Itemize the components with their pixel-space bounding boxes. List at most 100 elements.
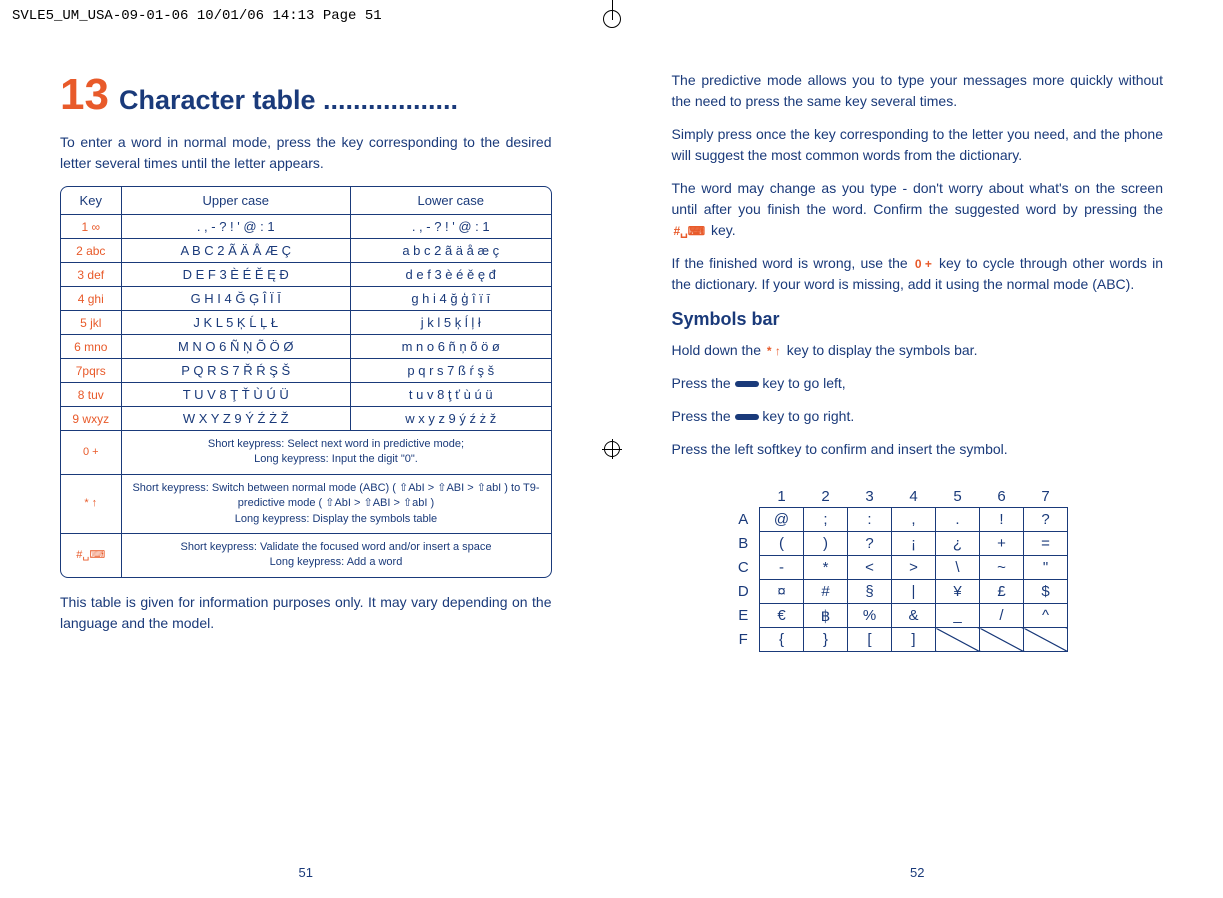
- upper-cell: D E F 3 È É Ě Ę Đ: [121, 263, 350, 287]
- table-footer-text: This table is given for information purp…: [60, 592, 552, 634]
- grid-cell: (: [760, 532, 804, 556]
- page-right: The predictive mode allows you to type y…: [612, 70, 1223, 850]
- grid-cell: #: [804, 580, 848, 604]
- table-note-row: #␣⌨ Short keypress: Validate the focused…: [61, 533, 551, 576]
- page-number-left: 51: [299, 865, 313, 880]
- grid-row-header: E: [732, 604, 760, 628]
- grid-row: E€฿%&_/^: [732, 604, 1068, 628]
- key-cell: 2 abc: [61, 239, 121, 263]
- lower-cell: m n o 6 ñ ņ õ ö ø: [350, 335, 550, 359]
- grid-col-header: 5: [936, 486, 980, 508]
- table-header-row: Key Upper case Lower case: [61, 187, 551, 215]
- grid-cell: ¤: [760, 580, 804, 604]
- sp3b: key to go right.: [759, 408, 855, 424]
- table-note-row: * ↑ Short keypress: Switch between norma…: [61, 474, 551, 533]
- table-row: 7pqrs P Q R S 7 Ř Ŕ Ş Š p q r s 7 ß ŕ ş …: [61, 359, 551, 383]
- key-cell: 3 def: [61, 263, 121, 287]
- grid-cell: ,: [892, 508, 936, 532]
- note-cell: Short keypress: Switch between normal mo…: [121, 474, 551, 533]
- grid-cell: .: [936, 508, 980, 532]
- table-row: 3 def D E F 3 È É Ě Ę Đ d e f 3 è é ě ę …: [61, 263, 551, 287]
- lower-cell: j k l 5 ķ ĺ ļ ł: [350, 311, 550, 335]
- key-cell: 1 ∞: [61, 215, 121, 239]
- intro-text: To enter a word in normal mode, press th…: [60, 132, 552, 174]
- chapter-title: Character table ..................: [119, 85, 458, 116]
- grid-col-header: 1: [760, 486, 804, 508]
- note-cell: Short keypress: Select next word in pred…: [121, 431, 551, 475]
- para-press-once: Simply press once the key corresponding …: [672, 124, 1164, 166]
- table-row: 9 wxyz W X Y Z 9 Ý Ź Ż Ž w x y z 9 ý ź ż…: [61, 407, 551, 431]
- grid-cell: ฿: [804, 604, 848, 628]
- upper-cell: J K L 5 Ķ Ĺ Ļ Ł: [121, 311, 350, 335]
- grid-row-header: D: [732, 580, 760, 604]
- upper-cell: W X Y Z 9 Ý Ź Ż Ž: [121, 407, 350, 431]
- para-word-change: The word may change as you type - don't …: [672, 178, 1164, 241]
- lower-cell: w x y z 9 ý ź ż ž: [350, 407, 550, 431]
- upper-cell: P Q R S 7 Ř Ŕ Ş Š: [121, 359, 350, 383]
- grid-cell: }: [804, 628, 848, 652]
- hash-key-icon: #␣⌨: [672, 222, 708, 240]
- sp3a: Press the: [672, 408, 735, 424]
- grid-row-header: B: [732, 532, 760, 556]
- nav-left-icon: [735, 381, 759, 387]
- lower-cell: p q r s 7 ß ŕ ş š: [350, 359, 550, 383]
- key-cell: 7pqrs: [61, 359, 121, 383]
- grid-row-header: C: [732, 556, 760, 580]
- grid-cell: {: [760, 628, 804, 652]
- symbols-p2: Press the key to go left,: [672, 373, 1164, 394]
- lower-cell: . , - ? ! ' @ : 1: [350, 215, 550, 239]
- sp1a: Hold down the: [672, 342, 765, 358]
- grid-cell: @: [760, 508, 804, 532]
- grid-cell: [980, 628, 1024, 652]
- upper-cell: T U V 8 Ţ Ť Ù Ú Ü: [121, 383, 350, 407]
- grid-cell: ]: [892, 628, 936, 652]
- para-wrong-word: If the finished word is wrong, use the 0…: [672, 253, 1164, 295]
- lower-cell: t u v 8 ţ ť ù ú ü: [350, 383, 550, 407]
- grid-cell: _: [936, 604, 980, 628]
- lower-cell: g h i 4 ğ ģ î ï ī: [350, 287, 550, 311]
- table-row: 1 ∞ . , - ? ! ' @ : 1 . , - ? ! ' @ : 1: [61, 215, 551, 239]
- upper-cell: G H I 4 Ğ Ģ Î Ï Ī: [121, 287, 350, 311]
- sp2b: key to go left,: [759, 375, 846, 391]
- nav-right-icon: [735, 414, 759, 420]
- grid-col-header: 4: [892, 486, 936, 508]
- key-cell: 5 jkl: [61, 311, 121, 335]
- key-cell: 9 wxyz: [61, 407, 121, 431]
- grid-cell: +: [980, 532, 1024, 556]
- key-cell: 8 tuv: [61, 383, 121, 407]
- para3b: key.: [707, 222, 736, 238]
- sp1b: key to display the symbols bar.: [783, 342, 978, 358]
- grid-cell: *: [804, 556, 848, 580]
- th-lower: Lower case: [350, 187, 550, 215]
- grid-cell: !: [980, 508, 1024, 532]
- grid-cell: :: [848, 508, 892, 532]
- key-cell: #␣⌨: [61, 533, 121, 576]
- grid-cell: ": [1024, 556, 1068, 580]
- sp2a: Press the: [672, 375, 735, 391]
- crop-header-text: SVLE5_UM_USA-09-01-06 10/01/06 14:13 Pag…: [12, 8, 382, 24]
- grid-cell: &: [892, 604, 936, 628]
- grid-cell: ¥: [936, 580, 980, 604]
- para-predictive: The predictive mode allows you to type y…: [672, 70, 1164, 112]
- grid-row: B()?¡¿+=: [732, 532, 1068, 556]
- grid-cell: /: [980, 604, 1024, 628]
- grid-row: A@;:,.!?: [732, 508, 1068, 532]
- symbols-grid: 1234567A@;:,.!?B()?¡¿+=C-*<>\~"D¤#§|¥£$E…: [732, 486, 1069, 652]
- table-row: 4 ghi G H I 4 Ğ Ģ Î Ï Ī g h i 4 ğ ģ î ï …: [61, 287, 551, 311]
- lower-cell: a b c 2 ã ä å æ ç: [350, 239, 550, 263]
- crop-mark-top: [592, 0, 632, 30]
- grid-col-header: 6: [980, 486, 1024, 508]
- grid-cell: ?: [1024, 508, 1068, 532]
- table-note-row: 0 + Short keypress: Select next word in …: [61, 431, 551, 475]
- key-cell: * ↑: [61, 474, 121, 533]
- grid-cell: £: [980, 580, 1024, 604]
- grid-col-header: 2: [804, 486, 848, 508]
- grid-cell: -: [760, 556, 804, 580]
- grid-cell: =: [1024, 532, 1068, 556]
- chapter-number: 13: [60, 70, 109, 120]
- grid-col-header: 3: [848, 486, 892, 508]
- grid-row: D¤#§|¥£$: [732, 580, 1068, 604]
- th-key: Key: [61, 187, 121, 215]
- symbols-p1: Hold down the * ↑ key to display the sym…: [672, 340, 1164, 361]
- table-row: 6 mno M N O 6 Ñ Ņ Õ Ö Ø m n o 6 ñ ņ õ ö …: [61, 335, 551, 359]
